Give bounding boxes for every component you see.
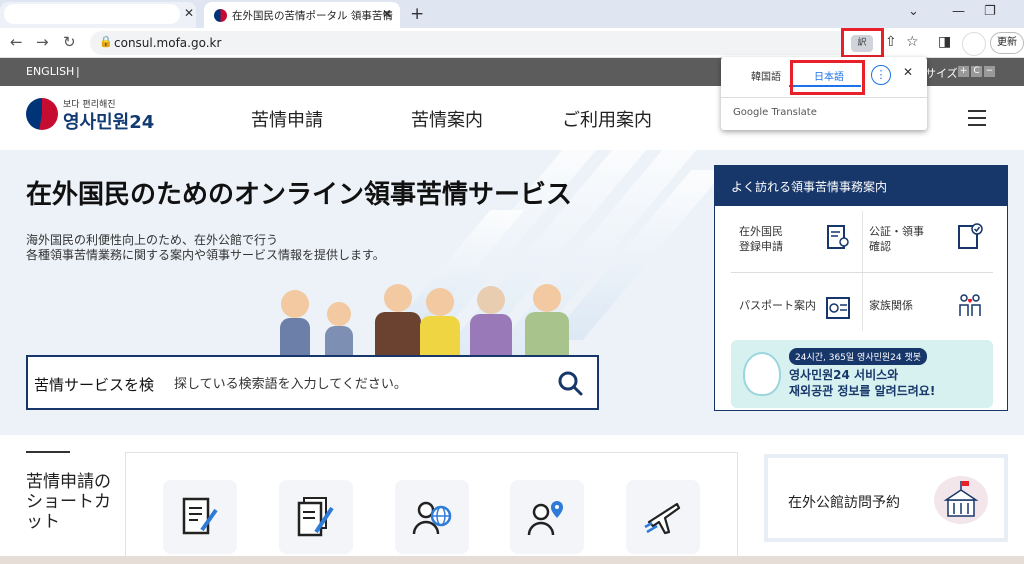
search-input[interactable]	[172, 373, 542, 395]
government-emblem-icon[interactable]	[26, 98, 58, 130]
browser-tab-inactive[interactable]	[0, 2, 196, 28]
font-size-increase-button[interactable]: +	[958, 66, 969, 77]
quick-item-family-relations[interactable]: 家族関係	[869, 298, 913, 313]
quick-item-notarization[interactable]: 公証・領事 確認	[869, 224, 924, 254]
visit-title: 在外公館訪問予約	[788, 495, 900, 511]
share-icon[interactable]: ⇧	[885, 34, 897, 50]
person-globe-icon	[412, 501, 452, 535]
person-figure	[325, 302, 353, 358]
quick-item-overseas-registration[interactable]: 在外国民 登録申請	[739, 224, 783, 254]
back-arrow-icon[interactable]: ←	[10, 33, 23, 51]
star-icon[interactable]: ☆	[906, 34, 919, 50]
person-figure	[470, 286, 512, 358]
redacted-tab-title	[4, 4, 180, 24]
font-size-decrease-button[interactable]: −	[984, 66, 995, 77]
divider: |	[76, 65, 80, 78]
bunny-mascot-icon	[743, 352, 781, 396]
person-figure	[280, 290, 310, 358]
forward-arrow-icon[interactable]: →	[36, 33, 49, 51]
person-figure	[420, 288, 460, 358]
divider	[731, 272, 993, 273]
address-bar[interactable]: 🔒 consul.mofa.go.kr	[90, 31, 880, 55]
certificate-check-icon	[958, 223, 983, 249]
divider	[26, 451, 70, 453]
embassy-visit-reservation[interactable]: 在外公館訪問予約	[764, 454, 1008, 542]
divider	[721, 97, 927, 98]
font-size-controls: + C −	[958, 66, 997, 77]
lock-icon: 🔒	[99, 35, 113, 48]
shortcut-global-person[interactable]	[395, 480, 469, 554]
passport-icon	[826, 297, 850, 319]
site-favicon-icon	[214, 9, 227, 22]
update-button[interactable]: 更新	[990, 32, 1024, 54]
search-box: 苦情サービスを検	[26, 355, 599, 410]
more-options-icon[interactable]: ⋮	[871, 65, 891, 85]
chevron-down-icon[interactable]: ⌄	[908, 4, 919, 19]
shortcut-airplane[interactable]	[626, 480, 700, 554]
person-figure	[525, 284, 569, 358]
search-icon[interactable]	[556, 369, 584, 397]
family-icon	[959, 294, 981, 316]
side-panel-icon[interactable]: ◨	[938, 34, 951, 50]
translate-icon: 訳	[851, 35, 873, 52]
google-translate-label: Google Translate	[733, 107, 817, 118]
tab-title: 在外国民の苦情ポータル 領事苦情	[232, 10, 393, 22]
font-size-label: サイズ	[925, 67, 958, 80]
restore-icon[interactable]: ❐	[984, 4, 996, 19]
search-label: 苦情サービスを検	[34, 376, 155, 394]
browser-tab-bar: ✕ 在外国民の苦情ポータル 領事苦情 ✕ + ⌄ — ❐	[0, 0, 1024, 28]
avatar[interactable]	[962, 32, 986, 56]
english-link[interactable]: ENGLISH	[26, 65, 74, 78]
people-illustration	[270, 280, 610, 358]
translate-button[interactable]: 訳	[841, 28, 884, 58]
chatbot-text: 영사민원24 서비스와 재외공관 정보를 알려드려요!	[789, 368, 936, 398]
hero-description: 海外国民の利便性向上のため、在外公館で行う 各種領事苦情業務に関する案内や領事サ…	[26, 233, 385, 263]
shortcut-documents[interactable]	[279, 480, 353, 554]
panel-title: よく訪れる領事苦情事務案内	[715, 166, 1007, 206]
hamburger-menu-icon[interactable]	[968, 110, 986, 126]
person-figure	[375, 284, 421, 358]
shortcut-document[interactable]	[163, 480, 237, 554]
logo-title[interactable]: 영사민원24	[63, 108, 154, 134]
close-icon[interactable]: ✕	[184, 6, 194, 20]
hero-desc-line2: 各種領事苦情業務に関する案内や領事サービス情報を提供します。	[26, 248, 385, 262]
hero-desc-line1: 海外国民の利便性向上のため、在外公館で行う	[26, 233, 279, 247]
embassy-building-icon	[934, 476, 988, 524]
shortcut-title: 苦情申請のショートカット	[26, 472, 111, 532]
chatbot-banner[interactable]: 24시간, 365일 영사민원24 챗봇 영사민원24 서비스와 재외공관 정보…	[731, 340, 993, 408]
translate-popup: 韓国語 日本語 ⋮ ✕ Google Translate	[721, 57, 927, 130]
frequent-services-panel: よく訪れる領事苦情事務案内 在外国民 登録申請 公証・領事 確認 パスポート案内…	[714, 165, 1008, 411]
browser-tab-active[interactable]: 在外国民の苦情ポータル 領事苦情 ✕	[204, 2, 400, 28]
url-text: consul.mofa.go.kr	[114, 36, 222, 50]
document-person-icon	[827, 225, 849, 249]
nav-item-complaint-apply[interactable]: 苦情申請	[251, 106, 323, 132]
nav-item-complaint-guide[interactable]: 苦情案内	[411, 106, 483, 132]
divider	[862, 211, 863, 331]
source-language-tab[interactable]: 韓国語	[751, 68, 781, 83]
new-tab-button[interactable]: +	[410, 4, 424, 24]
font-size-reset-button[interactable]: C	[971, 66, 982, 77]
highlight-box	[790, 60, 865, 95]
document-edit-icon	[182, 497, 218, 535]
hero-title: 在外国民のためのオンライン領事苦情サービス	[26, 180, 573, 210]
close-icon[interactable]: ✕	[382, 7, 392, 21]
documents-edit-icon	[297, 497, 334, 537]
nav-item-usage-guide[interactable]: ご利用案内	[562, 106, 652, 132]
shortcut-location-person[interactable]	[510, 480, 584, 554]
minimize-icon[interactable]: —	[952, 4, 965, 19]
quick-item-passport[interactable]: パスポート案内	[739, 298, 816, 313]
close-icon[interactable]: ✕	[903, 65, 913, 79]
airplane-icon	[644, 502, 681, 535]
taskbar-strip	[0, 556, 1024, 564]
person-location-icon	[527, 501, 563, 536]
reload-icon[interactable]: ↻	[63, 33, 76, 51]
chatbot-badge: 24시간, 365일 영사민원24 챗봇	[789, 348, 928, 365]
